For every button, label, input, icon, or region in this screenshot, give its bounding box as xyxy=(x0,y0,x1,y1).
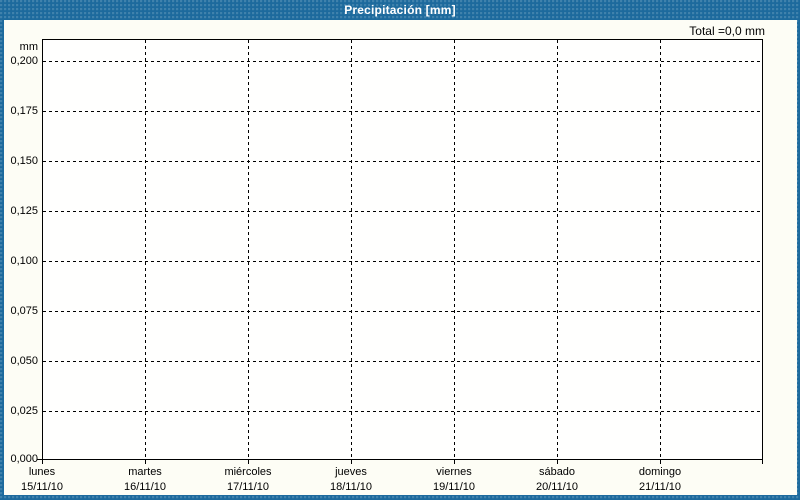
v-gridline xyxy=(557,40,558,459)
chart-title: Precipitación [mm] xyxy=(344,3,456,17)
x-axis-tick xyxy=(660,460,661,464)
x-axis-tick xyxy=(351,460,352,464)
y-axis-unit: mm xyxy=(19,41,38,53)
h-gridline xyxy=(43,261,762,262)
y-tick-label: 0,050 xyxy=(10,355,38,367)
y-tick-label: 0,075 xyxy=(10,305,38,317)
day-name: domingo xyxy=(638,466,682,478)
day-date: 16/11/10 xyxy=(123,481,166,493)
x-axis-tick xyxy=(42,460,43,464)
x-axis-tick xyxy=(248,460,249,464)
day-date: 21/11/10 xyxy=(638,481,681,493)
day-date: 20/11/10 xyxy=(535,481,578,493)
day-name: martes xyxy=(128,466,162,478)
chart-titlebar: Precipitación [mm] xyxy=(0,0,800,20)
y-tick-label: 0,000 xyxy=(10,453,38,465)
v-gridline xyxy=(351,40,352,459)
v-gridline xyxy=(145,40,146,459)
day-name: jueves xyxy=(335,466,367,478)
day-date: 18/11/10 xyxy=(329,481,372,493)
chart-window: Precipitación [mm] Total =0,0 mm mm 0,20… xyxy=(0,0,800,500)
day-date: 17/11/10 xyxy=(226,481,269,493)
h-gridline xyxy=(43,411,762,412)
y-tick-label: 0,100 xyxy=(10,255,38,267)
h-gridline xyxy=(43,211,762,212)
h-gridline xyxy=(43,361,762,362)
day-name: viernes xyxy=(436,466,472,478)
v-gridline xyxy=(454,40,455,459)
y-tick-label: 0,125 xyxy=(10,205,38,217)
h-gridline xyxy=(43,161,762,162)
y-tick-label: 0,025 xyxy=(10,405,38,417)
v-gridline xyxy=(660,40,661,459)
y-tick-label: 0,175 xyxy=(10,105,38,117)
y-tick-label: 0,200 xyxy=(10,55,38,67)
y-axis-zero-tick xyxy=(37,459,42,460)
total-label: Total =0,0 mm xyxy=(689,24,765,38)
x-axis-tick xyxy=(762,460,763,464)
x-axis-tick xyxy=(454,460,455,464)
day-date: 19/11/10 xyxy=(432,481,475,493)
h-gridline xyxy=(43,111,762,112)
plot-area xyxy=(42,39,763,460)
h-gridline xyxy=(43,311,762,312)
v-gridline xyxy=(248,40,249,459)
day-name: sábado xyxy=(538,466,576,478)
y-tick-label: 0,150 xyxy=(10,155,38,167)
x-axis-tick xyxy=(557,460,558,464)
day-date: 15/11/10 xyxy=(20,481,63,493)
day-name: miércoles xyxy=(224,466,272,478)
day-name: lunes xyxy=(28,466,56,478)
h-gridline xyxy=(43,61,762,62)
x-axis-tick xyxy=(145,460,146,464)
